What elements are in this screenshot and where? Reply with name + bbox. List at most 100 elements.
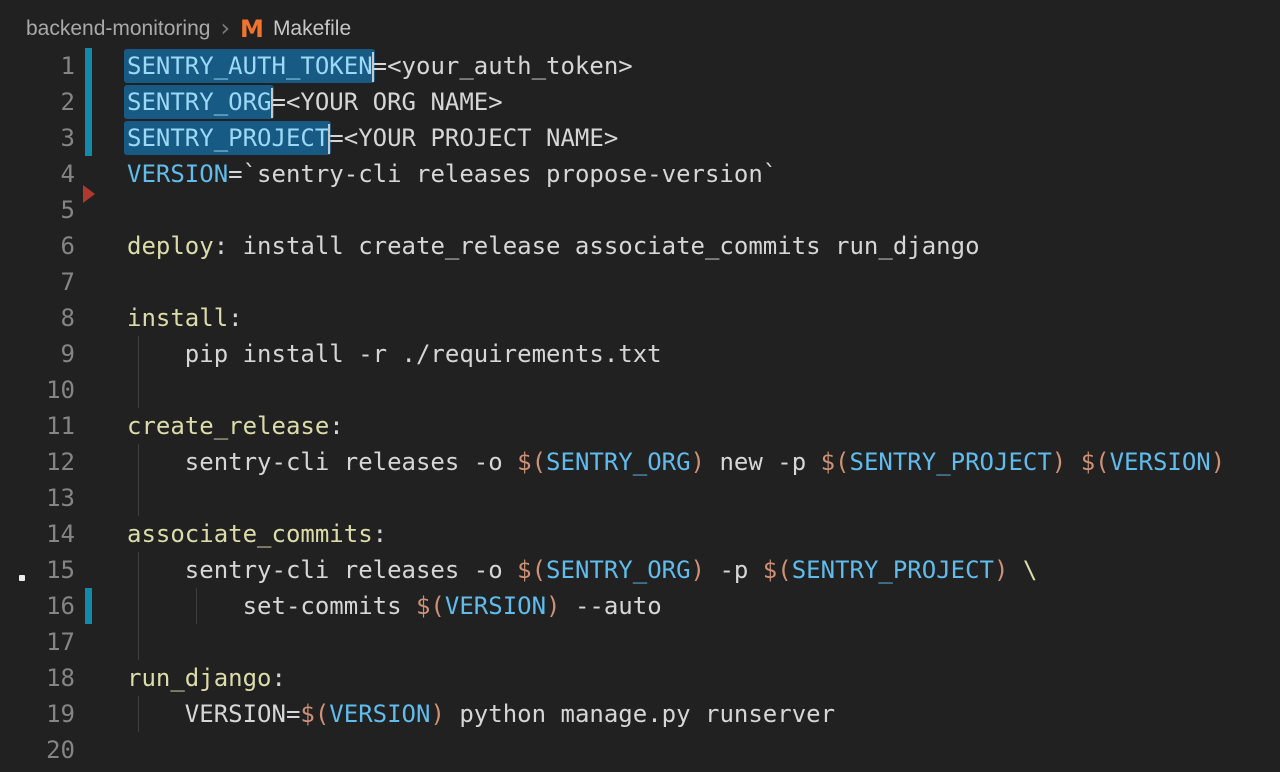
- code-token: --auto: [561, 592, 662, 620]
- code-token: VERSION: [1110, 448, 1211, 476]
- code-text: install:: [127, 300, 243, 336]
- code-token: run_django: [127, 664, 272, 692]
- code-token: : install create_release associate_commi…: [214, 232, 980, 260]
- line-number[interactable]: 9: [0, 336, 75, 372]
- code-token: ): [1052, 448, 1066, 476]
- line-number[interactable]: 15: [0, 552, 75, 588]
- code-token: =<YOUR ORG NAME>: [272, 88, 503, 116]
- line-number[interactable]: 18: [0, 660, 75, 696]
- code-token: :: [373, 520, 387, 548]
- code-line[interactable]: 19 VERSION=$(VERSION) python manage.py r…: [0, 696, 1280, 732]
- line-number[interactable]: 14: [0, 516, 75, 552]
- code-text: associate_commits:: [127, 516, 387, 552]
- code-token: sentry-cli releases -o: [127, 556, 517, 584]
- code-line[interactable]: 16 set-commits $(VERSION) --auto: [0, 588, 1280, 624]
- code-token: SENTRY_PROJECT: [850, 448, 1052, 476]
- code-line[interactable]: 10: [0, 372, 1280, 408]
- gutter-modified-indicator: [85, 48, 92, 84]
- breadcrumb-file[interactable]: Makefile: [273, 17, 351, 41]
- code-line[interactable]: 12 sentry-cli releases -o $( SENTRY_ORG) …: [0, 444, 1280, 480]
- code-token: $(: [821, 448, 850, 476]
- code-text: sentry-cli releases -o $( SENTRY_ORG) new…: [127, 444, 1225, 480]
- code-token: :: [228, 304, 242, 332]
- line-number[interactable]: 20: [0, 732, 75, 768]
- code-line[interactable]: 6 deploy: install create_release associat…: [0, 228, 1280, 264]
- line-number[interactable]: 7: [0, 264, 75, 300]
- code-token: [1008, 556, 1022, 584]
- code-token: ): [1211, 448, 1225, 476]
- code-line[interactable]: 17: [0, 624, 1280, 660]
- line-number[interactable]: 4: [0, 156, 75, 192]
- makefile-icon: M: [240, 17, 264, 41]
- code-line[interactable]: 4 VERSION=`sentry-cli releases propose-ve…: [0, 156, 1280, 192]
- code-token: pip install -r ./requirements.txt: [127, 340, 662, 368]
- code-line[interactable]: 11 create_release:: [0, 408, 1280, 444]
- code-token: :: [329, 412, 343, 440]
- line-number[interactable]: 6: [0, 228, 75, 264]
- code-text: deploy: install create_release associate…: [127, 228, 980, 264]
- code-line[interactable]: 5: [0, 192, 1280, 228]
- line-number[interactable]: 11: [0, 408, 75, 444]
- indent-guide: [138, 480, 139, 516]
- code-token: ): [691, 556, 705, 584]
- code-lines[interactable]: 1 SENTRY_AUTH_TOKEN=<your_auth_token> 2 SEN…: [0, 48, 1280, 768]
- code-token: new -p: [705, 448, 821, 476]
- line-number[interactable]: 1: [0, 48, 75, 84]
- code-token: =<YOUR PROJECT NAME>: [329, 124, 618, 152]
- code-text: SENTRY_AUTH_TOKEN=<your_auth_token>: [127, 48, 633, 84]
- code-token: [1066, 448, 1080, 476]
- code-token: SENTRY_PROJECT: [127, 121, 329, 155]
- code-line[interactable]: 2 SENTRY_ORG=<YOUR ORG NAME>: [0, 84, 1280, 120]
- code-text: VERSION=`sentry-cli releases propose-ver…: [127, 156, 777, 192]
- code-token: SENTRY_ORG: [546, 448, 691, 476]
- line-number[interactable]: 10: [0, 372, 75, 408]
- code-token: $(: [300, 700, 329, 728]
- line-number[interactable]: 8: [0, 300, 75, 336]
- code-line[interactable]: 18run_django:: [0, 660, 1280, 696]
- code-token: deploy: [127, 232, 214, 260]
- line-number[interactable]: 16: [0, 588, 75, 624]
- line-number[interactable]: 19: [0, 696, 75, 732]
- code-text: sentry-cli releases -o $(SENTRY_ORG) -p …: [127, 552, 1037, 588]
- line-number[interactable]: 3: [0, 120, 75, 156]
- chevron-right-icon: ›: [220, 14, 230, 42]
- code-token: sentry-cli releases -o: [127, 448, 517, 476]
- breadcrumb-folder[interactable]: backend-monitoring: [26, 17, 210, 41]
- code-line[interactable]: 20: [0, 732, 1280, 768]
- code-line[interactable]: 7: [0, 264, 1280, 300]
- code-token: VERSION=: [127, 700, 300, 728]
- code-token: VERSION: [445, 592, 546, 620]
- code-line[interactable]: 3 SENTRY_PROJECT=<YOUR PROJECT NAME>: [0, 120, 1280, 156]
- code-text: create_release:: [127, 408, 344, 444]
- code-token: \: [1023, 556, 1037, 584]
- code-line[interactable]: 1 SENTRY_AUTH_TOKEN=<your_auth_token>: [0, 48, 1280, 84]
- code-line[interactable]: 9 pip install -r ./requirements.txt: [0, 336, 1280, 372]
- indent-guide: [138, 624, 139, 660]
- code-text: SENTRY_ORG=<YOUR ORG NAME>: [127, 84, 503, 120]
- indent-guide: [138, 372, 139, 408]
- code-line[interactable]: 15 sentry-cli releases -o $(SENTRY_ORG) …: [0, 552, 1280, 588]
- line-number[interactable]: 5: [0, 192, 75, 228]
- code-token: ): [994, 556, 1008, 584]
- code-token: $(: [416, 592, 445, 620]
- code-token: ): [691, 448, 705, 476]
- code-token: $(: [517, 556, 546, 584]
- code-line[interactable]: 13: [0, 480, 1280, 516]
- code-token: SENTRY_PROJECT: [792, 556, 994, 584]
- line-number[interactable]: 17: [0, 624, 75, 660]
- code-text: VERSION=$(VERSION) python manage.py runs…: [127, 696, 835, 732]
- code-text: SENTRY_PROJECT=<YOUR PROJECT NAME>: [127, 120, 618, 156]
- code-line[interactable]: 8 install:: [0, 300, 1280, 336]
- line-number[interactable]: 12: [0, 444, 75, 480]
- code-token: ): [430, 700, 444, 728]
- code-line[interactable]: 14 associate_commits:: [0, 516, 1280, 552]
- line-number[interactable]: 2: [0, 84, 75, 120]
- code-token: python manage.py runserver: [445, 700, 835, 728]
- gutter-modified-indicator: [85, 588, 92, 624]
- code-token: VERSION: [127, 160, 228, 188]
- code-token: install: [127, 304, 228, 332]
- code-token: =`sentry-cli releases propose-version`: [228, 160, 777, 188]
- code-token: ): [546, 592, 560, 620]
- code-token: $(: [763, 556, 792, 584]
- line-number[interactable]: 13: [0, 480, 75, 516]
